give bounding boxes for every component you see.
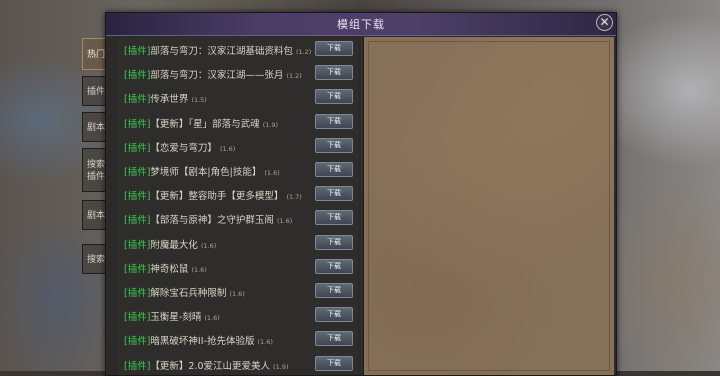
download-button[interactable]: 下载 [315, 137, 353, 153]
mod-title: [插件]部落与弯刀：汉家江湖——张月 (1.2) [124, 67, 302, 81]
mod-row[interactable]: [插件]【更新】整容助手【更多模型】 (1.7) 下载 [118, 182, 358, 206]
mod-version: (1.6) [264, 169, 280, 177]
mod-title: [插件]附魔最大化 (1.6) [124, 237, 216, 251]
mod-row[interactable]: [插件]【恋爱与弯刀】 (1.6) 下载 [118, 134, 358, 158]
mod-type-tag: [插件] [124, 215, 151, 227]
mod-type-tag: [插件] [124, 142, 151, 154]
download-button[interactable]: 下载 [315, 65, 353, 81]
download-button[interactable]: 下载 [315, 258, 353, 274]
mod-type-tag: [插件] [124, 70, 151, 82]
mod-version: (1.6) [219, 144, 236, 153]
mod-title: [插件]神奇松鼠 (1.6) [124, 261, 207, 275]
mod-title: [插件]梦境师【剧本|角色|技能】 (1.6) [124, 164, 280, 178]
mod-detail-panel [364, 37, 614, 375]
mod-title: [插件]暗黑破坏神II-抢先体验版 (1.6) [124, 333, 273, 347]
mod-type-tag: [插件] [124, 239, 151, 251]
mod-row[interactable]: [插件]【部落与原神】之守护群玉阁 (1.6) 下载 [118, 206, 358, 230]
mod-name: 玉衡星-刻晴 [150, 312, 202, 324]
mod-row[interactable]: [插件]附魔最大化 (1.6) 下载 [118, 231, 358, 255]
download-button[interactable]: 下载 [315, 355, 353, 371]
detail-frame [368, 41, 610, 371]
mod-name: 【更新】「星」部落与武魂 [150, 118, 260, 130]
mod-name: 传承世界 [150, 94, 189, 106]
mod-title: [插件]【部落与原神】之守护群玉阁 (1.6) [124, 212, 292, 226]
mod-version: (1.7) [286, 193, 302, 202]
download-button[interactable]: 下载 [315, 89, 353, 105]
download-button[interactable]: 下载 [315, 234, 353, 250]
mod-title: [插件]【恋爱与弯刀】 (1.6) [124, 140, 235, 154]
mod-row[interactable]: [插件]传承世界 (1.5) 下载 [118, 85, 358, 109]
download-button[interactable]: 下载 [315, 210, 353, 226]
mod-title: [插件]解除宝石兵种限制 (1.6) [124, 285, 245, 299]
mod-version: (1.6) [257, 338, 273, 347]
mod-type-tag: [插件] [124, 167, 151, 178]
mod-download-window: 模组下载 ✕ [插件]部落与弯刀：汉家江湖基础资料包 (1.2) 下载 [插件]部落与… [105, 12, 617, 376]
download-button[interactable]: 下载 [315, 331, 353, 347]
download-button[interactable]: 下载 [315, 113, 353, 129]
mod-version: (1.5) [191, 96, 207, 105]
mod-version: (1.6) [191, 265, 207, 274]
mod-row[interactable]: [插件]神奇松鼠 (1.6) 下载 [118, 255, 358, 279]
mod-type-tag: [插件] [124, 263, 151, 275]
mod-version: (1.6) [200, 241, 217, 250]
mod-version: (1.6) [276, 217, 293, 226]
mod-name: 【恋爱与弯刀】 [150, 142, 217, 154]
mod-name: 神奇松鼠 [150, 263, 189, 275]
mod-name: 【更新】整容助手【更多模型】 [150, 191, 284, 203]
close-icon[interactable]: ✕ [596, 14, 613, 31]
mod-version: (1.6) [229, 290, 245, 298]
title-bar: 模组下载 ✕ [106, 13, 616, 36]
mod-name: 【更新】2.0爱江山更爱美人 [150, 360, 271, 372]
mod-type-tag: [插件] [124, 288, 151, 299]
mod-type-tag: [插件] [124, 360, 151, 372]
mod-row[interactable]: [插件]【更新】「星」部落与武魂 (1.9) 下载 [118, 110, 358, 134]
mod-version: (1.6) [204, 314, 220, 323]
mod-version: (1.9) [262, 120, 279, 129]
mod-type-tag: [插件] [124, 94, 151, 106]
mod-title: [插件]部落与弯刀：汉家江湖基础资料包 (1.2) [124, 43, 311, 57]
mod-name: 解除宝石兵种限制 [150, 288, 227, 299]
mod-row[interactable]: [插件]【更新】2.0爱江山更爱美人 (1.9) 下载 [118, 352, 358, 375]
mod-name: 部落与弯刀：汉家江湖基础资料包 [150, 46, 293, 57]
mod-title: [插件]传承世界 (1.5) [124, 91, 207, 105]
mod-type-tag: [插件] [124, 312, 151, 324]
mod-version: (1.2) [295, 48, 312, 56]
mod-row[interactable]: [插件]玉衡星-刻晴 (1.6) 下载 [118, 303, 358, 327]
download-button[interactable]: 下载 [315, 41, 353, 56]
mod-list[interactable]: [插件]部落与弯刀：汉家江湖基础资料包 (1.2) 下载 [插件]部落与弯刀：汉家江湖… [118, 37, 358, 375]
mod-row[interactable]: [插件]梦境师【剧本|角色|技能】 (1.6) 下载 [118, 158, 358, 182]
mod-row[interactable]: [插件]部落与弯刀：汉家江湖基础资料包 (1.2) 下载 [118, 37, 358, 61]
mod-title: [插件]【更新】整容助手【更多模型】 (1.7) [124, 188, 302, 202]
mod-type-tag: [插件] [124, 118, 151, 130]
mod-name: 部落与弯刀：汉家江湖——张月 [150, 70, 284, 82]
mod-title: [插件]【更新】2.0爱江山更爱美人 (1.9) [124, 358, 288, 372]
mod-name: 梦境师【剧本|角色|技能】 [150, 167, 262, 178]
mod-title: [插件]【更新】「星」部落与武魂 (1.9) [124, 116, 278, 130]
mod-row[interactable]: [插件]暗黑破坏神II-抢先体验版 (1.6) 下载 [118, 327, 358, 351]
download-button[interactable]: 下载 [315, 162, 353, 177]
window-title: 模组下载 [337, 18, 385, 31]
mod-title: [插件]玉衡星-刻晴 (1.6) [124, 309, 220, 323]
mod-name: 附魔最大化 [150, 239, 198, 251]
download-button[interactable]: 下载 [315, 186, 353, 202]
mod-name: 【部落与原神】之守护群玉阁 [150, 215, 274, 227]
mod-name: 暗黑破坏神II-抢先体验版 [150, 336, 255, 348]
mod-version: (1.2) [286, 72, 302, 81]
mod-type-tag: [插件] [124, 191, 151, 203]
mod-version: (1.9) [273, 362, 289, 371]
mod-row[interactable]: [插件]部落与弯刀：汉家江湖——张月 (1.2) 下载 [118, 61, 358, 85]
download-button[interactable]: 下载 [315, 283, 353, 298]
mod-row[interactable]: [插件]解除宝石兵种限制 (1.6) 下载 [118, 279, 358, 303]
mod-type-tag: [插件] [124, 336, 151, 348]
mod-type-tag: [插件] [124, 46, 151, 57]
download-button[interactable]: 下载 [315, 307, 353, 323]
